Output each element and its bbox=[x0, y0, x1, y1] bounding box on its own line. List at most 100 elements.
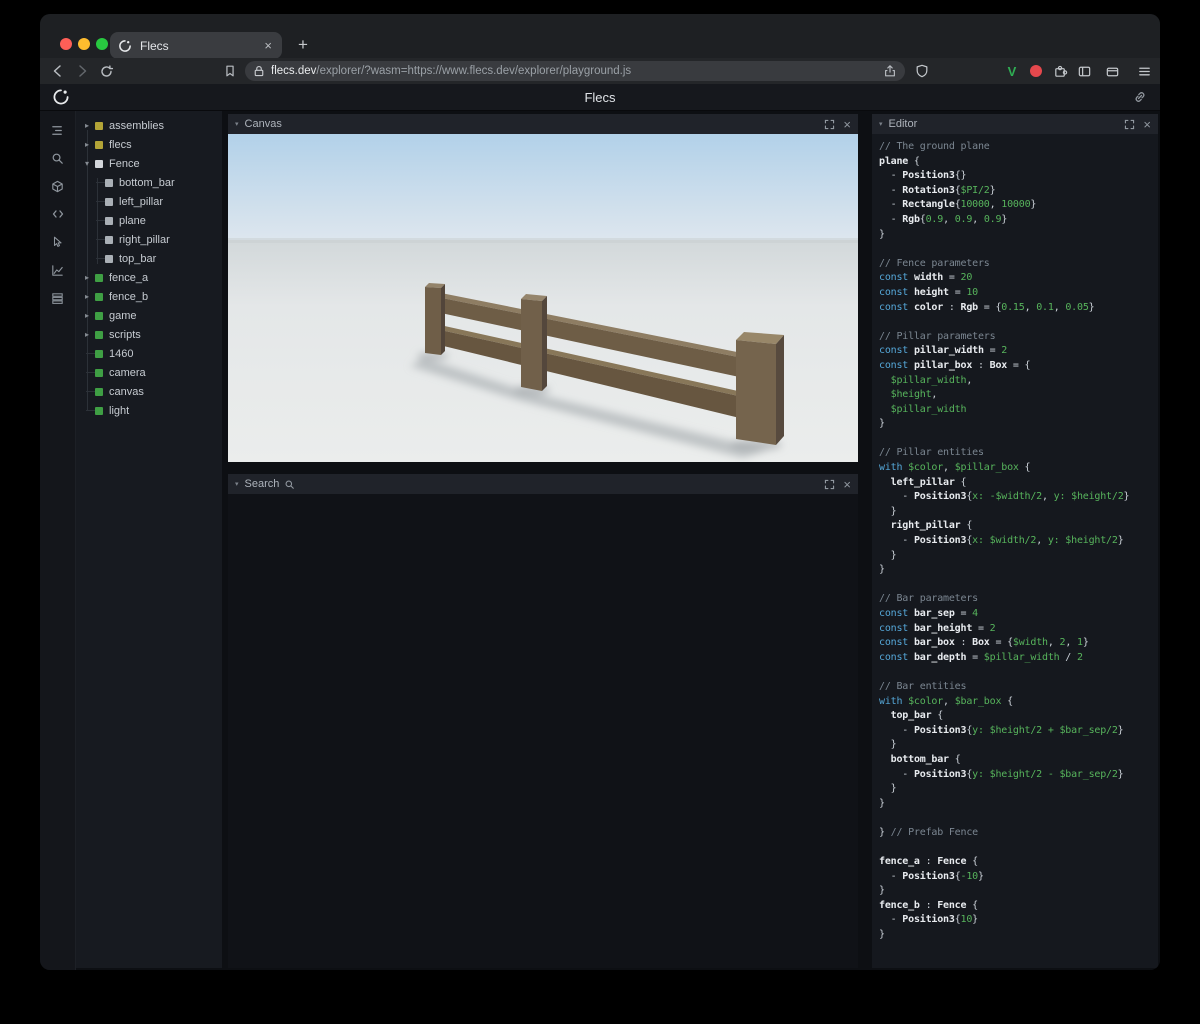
fence-left-pillar bbox=[425, 283, 445, 355]
close-icon[interactable]: × bbox=[843, 478, 851, 491]
search-panel-title: Search bbox=[244, 478, 280, 490]
entity-label: fence_b bbox=[109, 290, 149, 303]
browser-window: Flecs × + flecs.dev/explorer/?wasm=https… bbox=[40, 14, 1160, 970]
fence-middle-pillar bbox=[521, 294, 547, 391]
cube-icon[interactable] bbox=[40, 173, 75, 199]
code-line: bottom_bar { bbox=[890, 753, 961, 765]
search-results-area[interactable] bbox=[228, 494, 858, 968]
entity-label: left_pillar bbox=[119, 195, 164, 208]
editor-panel: ▾ Editor × // The ground plane plane { - … bbox=[872, 114, 1158, 968]
expand-icon[interactable] bbox=[1123, 118, 1136, 131]
tree-item-plane[interactable]: plane bbox=[76, 211, 222, 230]
share-icon[interactable] bbox=[883, 64, 897, 78]
entity-label: flecs bbox=[109, 138, 132, 151]
forward-icon[interactable] bbox=[72, 61, 92, 81]
close-icon[interactable]: × bbox=[1143, 118, 1151, 131]
close-window-button[interactable] bbox=[60, 38, 72, 50]
brave-shield-icon[interactable] bbox=[912, 61, 932, 81]
code-line: const color : Rgb = {0.15, 0.1, 0.05} bbox=[879, 301, 1095, 313]
chevron-right-icon[interactable]: ▸ bbox=[82, 135, 92, 154]
minimize-window-button[interactable] bbox=[78, 38, 90, 50]
wallet-icon[interactable] bbox=[1102, 61, 1122, 81]
code-line: - Position3{} bbox=[879, 170, 967, 182]
tree-item-fence_b[interactable]: ▸ fence_b bbox=[76, 287, 222, 306]
new-tab-button[interactable]: + bbox=[292, 34, 314, 56]
chevron-down-icon[interactable]: ▾ bbox=[235, 480, 239, 488]
chevron-right-icon[interactable]: ▸ bbox=[82, 306, 92, 325]
canvas-panel-header[interactable]: ▾ Canvas × bbox=[228, 114, 858, 134]
chevron-right-icon[interactable]: ▸ bbox=[82, 268, 92, 287]
entity-swatch bbox=[105, 235, 113, 244]
tree-item-1460[interactable]: 1460 bbox=[76, 344, 222, 363]
chevron-right-icon[interactable]: ▸ bbox=[82, 325, 92, 344]
entity-swatch bbox=[95, 159, 103, 168]
search-panel-header[interactable]: ▾ Search × bbox=[228, 474, 858, 494]
script-editor[interactable]: // The ground plane plane { - Position3{}… bbox=[872, 134, 1158, 968]
tree-item-top_bar[interactable]: top_bar bbox=[76, 249, 222, 268]
expand-icon[interactable] bbox=[823, 118, 836, 131]
tree-item-fence_a[interactable]: ▸ fence_a bbox=[76, 268, 222, 287]
browser-toolbar: flecs.dev/explorer/?wasm=https://www.fle… bbox=[40, 58, 1160, 84]
tree-item-light[interactable]: light bbox=[76, 401, 222, 420]
chevron-down-icon[interactable]: ▾ bbox=[82, 154, 92, 173]
url-bar[interactable]: flecs.dev/explorer/?wasm=https://www.fle… bbox=[245, 61, 905, 81]
extensions-puzzle-icon[interactable] bbox=[1050, 61, 1070, 81]
editor-panel-header[interactable]: ▾ Editor × bbox=[872, 114, 1158, 134]
tree-item-assemblies[interactable]: ▸ assemblies bbox=[76, 116, 222, 135]
tree-item-scripts[interactable]: ▸ scripts bbox=[76, 325, 222, 344]
entity-swatch bbox=[105, 178, 113, 187]
chevron-right-icon[interactable]: ▸ bbox=[82, 116, 92, 135]
tree-item-camera[interactable]: camera bbox=[76, 363, 222, 382]
tree-item-canvas[interactable]: canvas bbox=[76, 382, 222, 401]
entity-swatch bbox=[105, 254, 113, 263]
memory-icon[interactable] bbox=[40, 285, 75, 311]
sky bbox=[228, 134, 858, 240]
chevron-down-icon[interactable]: ▾ bbox=[235, 120, 239, 128]
tree-connector bbox=[82, 401, 95, 420]
tree-item-Fence[interactable]: ▾ Fence bbox=[76, 154, 222, 173]
extension-v-icon[interactable]: V bbox=[1002, 61, 1022, 81]
code-line: // The ground plane bbox=[879, 141, 990, 152]
entity-label: scripts bbox=[109, 328, 141, 341]
chart-icon[interactable] bbox=[40, 257, 75, 283]
code-line: const bar_box : Box = {$width, 2, 1} bbox=[879, 637, 1089, 649]
close-icon[interactable]: × bbox=[843, 118, 851, 131]
tree-item-bottom_bar[interactable]: bottom_bar bbox=[76, 173, 222, 192]
tree-item-game[interactable]: ▸ game bbox=[76, 306, 222, 325]
outliner-icon[interactable] bbox=[40, 117, 75, 143]
entity-swatch bbox=[105, 216, 113, 225]
code-line: plane { bbox=[879, 155, 920, 167]
extension-record-icon[interactable] bbox=[1026, 61, 1046, 81]
browser-tab[interactable]: Flecs × bbox=[110, 32, 282, 59]
tree-item-right_pillar[interactable]: right_pillar bbox=[76, 230, 222, 249]
code-icon[interactable] bbox=[40, 201, 75, 227]
entity-label: game bbox=[109, 309, 137, 322]
canvas-panel-title: Canvas bbox=[244, 118, 282, 130]
entity-label: camera bbox=[109, 366, 146, 379]
chevron-down-icon[interactable]: ▾ bbox=[879, 120, 883, 128]
entity-label: light bbox=[109, 404, 130, 417]
entity-swatch bbox=[95, 121, 103, 130]
tree-item-left_pillar[interactable]: left_pillar bbox=[76, 192, 222, 211]
menu-icon[interactable] bbox=[1134, 61, 1154, 81]
chevron-right-icon[interactable]: ▸ bbox=[82, 287, 92, 306]
inspect-icon[interactable] bbox=[40, 229, 75, 255]
desktop: { "colors": { "module_yellow": "#b3a437"… bbox=[0, 0, 1200, 1024]
entity-swatch bbox=[95, 140, 103, 149]
canvas-viewport[interactable] bbox=[228, 134, 858, 462]
zoom-window-button[interactable] bbox=[96, 38, 108, 50]
bookmark-icon[interactable] bbox=[220, 61, 240, 81]
code-line: - Position3{10} bbox=[879, 914, 979, 926]
entity-tree: ▸ assemblies ▸ flecs ▾ Fence bottom_bar left_pi… bbox=[76, 111, 222, 968]
search-icon[interactable] bbox=[40, 145, 75, 171]
reload-icon[interactable] bbox=[96, 61, 116, 81]
tab-close-icon[interactable]: × bbox=[262, 38, 274, 53]
link-icon[interactable] bbox=[1132, 89, 1148, 105]
back-icon[interactable] bbox=[48, 61, 68, 81]
tree-item-flecs[interactable]: ▸ flecs bbox=[76, 135, 222, 154]
code-line: - Rgb{0.9, 0.9, 0.9} bbox=[879, 213, 1008, 225]
entity-swatch bbox=[95, 406, 103, 415]
expand-icon[interactable] bbox=[823, 478, 836, 491]
sidebar-toggle-icon[interactable] bbox=[1074, 61, 1094, 81]
